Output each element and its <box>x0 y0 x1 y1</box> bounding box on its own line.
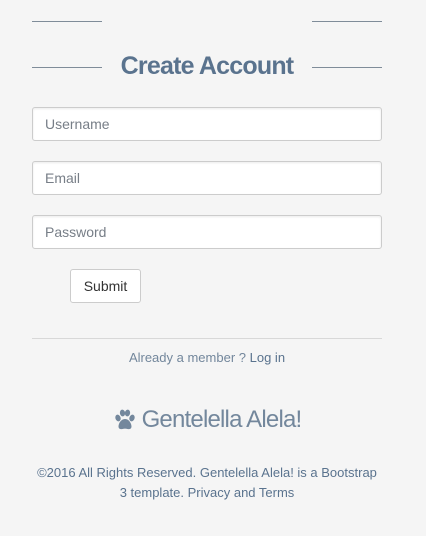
separator-line <box>32 338 382 339</box>
login-prompt: Already a member ? Log in <box>32 350 382 365</box>
password-input[interactable] <box>32 215 382 249</box>
footer-text: ©2016 All Rights Reserved. Gentelella Al… <box>37 465 377 500</box>
paw-icon <box>114 409 135 430</box>
page-title: Create Account <box>120 52 294 80</box>
username-input[interactable] <box>32 107 382 141</box>
login-link[interactable]: Log in <box>250 350 285 365</box>
title-rule-left <box>32 67 102 68</box>
submit-button[interactable]: Submit <box>70 269 141 303</box>
divider-line <box>32 21 102 22</box>
brand-name: Gentelella Alela! <box>141 406 303 433</box>
register-panel: Create Account Submit Already a member ?… <box>0 0 426 536</box>
email-input[interactable] <box>32 161 382 195</box>
brand: Gentelella Alela! <box>32 404 382 436</box>
title-rule-right <box>312 67 382 68</box>
login-prompt-text: Already a member ? <box>128 350 246 365</box>
divider-line <box>312 21 382 22</box>
